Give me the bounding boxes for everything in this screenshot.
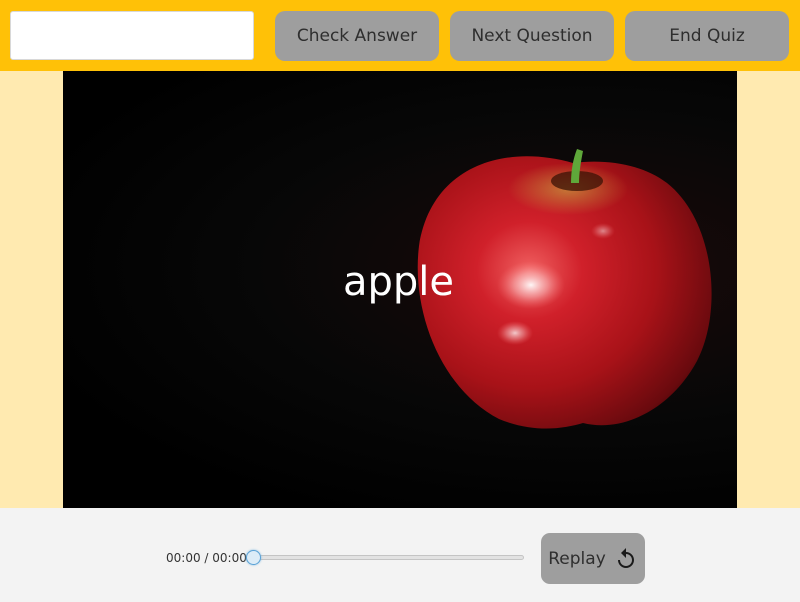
seek-slider[interactable] (246, 550, 524, 565)
next-question-button[interactable]: Next Question (450, 11, 614, 61)
quiz-word: apple (343, 259, 455, 305)
check-answer-button[interactable]: Check Answer (275, 11, 439, 61)
replay-icon (617, 547, 634, 568)
replay-button[interactable]: Replay (541, 533, 645, 584)
end-quiz-button[interactable]: End Quiz (625, 11, 789, 61)
time-display: 00:00 / 00:00 (166, 551, 247, 565)
replay-label: Replay (548, 548, 606, 569)
media-controls: 00:00 / 00:00 Replay (0, 508, 800, 602)
video-stage: apple (63, 71, 737, 508)
seek-slider-thumb[interactable] (246, 550, 261, 565)
quiz-toolbar: Check Answer Next Question End Quiz (0, 0, 800, 71)
answer-input[interactable] (10, 11, 254, 60)
